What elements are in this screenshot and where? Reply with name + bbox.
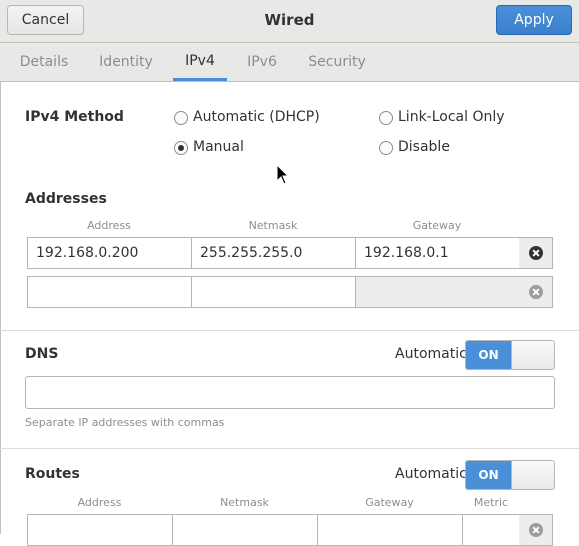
- routes-column-netmask: Netmask: [220, 496, 269, 509]
- content-border: [0, 81, 1, 534]
- tab-details[interactable]: Details: [13, 43, 75, 81]
- dns-hint: Separate IP addresses with commas: [25, 416, 225, 429]
- radio-automatic-dhcp-label[interactable]: Automatic (DHCP): [193, 109, 320, 125]
- apply-button[interactable]: Apply: [496, 5, 572, 35]
- tab-ipv4[interactable]: IPv4: [173, 43, 227, 81]
- radio-manual[interactable]: [174, 141, 188, 155]
- tab-ipv6[interactable]: IPv6: [241, 43, 283, 81]
- delete-address-button[interactable]: [519, 276, 553, 308]
- dns-title: DNS: [25, 346, 59, 362]
- addresses-column-gateway: Gateway: [412, 219, 462, 232]
- routes-automatic-label: Automatic: [395, 466, 467, 482]
- address-field[interactable]: 192.168.0.200: [27, 237, 192, 269]
- separator: [0, 448, 579, 449]
- route-gateway-field[interactable]: [317, 514, 463, 546]
- routes-column-gateway: Gateway: [365, 496, 414, 509]
- routes-column-address: Address: [77, 496, 122, 509]
- gateway-field[interactable]: 192.168.0.1: [355, 237, 520, 269]
- radio-link-local-only[interactable]: [379, 111, 393, 125]
- switch-on-label: ON: [466, 461, 511, 489]
- switch-knob: [511, 341, 554, 369]
- dialog-title: Wired: [264, 11, 315, 29]
- dns-field[interactable]: [25, 376, 555, 409]
- route-address-field[interactable]: [27, 514, 173, 546]
- mouse-pointer-icon: [276, 164, 290, 185]
- routes-column-metric: Metric: [473, 496, 509, 509]
- delete-address-button[interactable]: [519, 237, 553, 269]
- switch-knob: [511, 461, 554, 489]
- tab-security[interactable]: Security: [301, 43, 373, 81]
- routes-automatic-switch[interactable]: ON: [465, 460, 555, 490]
- route-netmask-field[interactable]: [172, 514, 318, 546]
- delete-icon: [528, 523, 543, 537]
- delete-route-button[interactable]: [519, 514, 553, 546]
- radio-disable[interactable]: [379, 141, 393, 155]
- switch-on-label: ON: [466, 341, 511, 369]
- radio-automatic-dhcp[interactable]: [174, 111, 188, 125]
- header-bar: Cancel Wired Apply: [0, 0, 579, 43]
- radio-manual-label[interactable]: Manual: [193, 139, 244, 155]
- dns-automatic-switch[interactable]: ON: [465, 340, 555, 370]
- addresses-title: Addresses: [25, 191, 107, 207]
- address-field[interactable]: [27, 276, 192, 308]
- gateway-field[interactable]: [355, 276, 520, 308]
- delete-icon: [528, 246, 543, 260]
- radio-disable-label[interactable]: Disable: [398, 139, 450, 155]
- ipv4-method-label: IPv4 Method: [25, 109, 124, 125]
- separator: [0, 330, 579, 331]
- addresses-column-netmask: Netmask: [248, 219, 298, 232]
- route-metric-field[interactable]: [462, 514, 520, 546]
- netmask-field[interactable]: [191, 276, 356, 308]
- netmask-field[interactable]: 255.255.255.0: [191, 237, 356, 269]
- dns-automatic-label: Automatic: [395, 346, 467, 362]
- routes-title: Routes: [25, 466, 80, 482]
- radio-link-local-only-label[interactable]: Link-Local Only: [398, 109, 505, 125]
- delete-icon: [528, 285, 543, 299]
- tab-identity[interactable]: Identity: [92, 43, 160, 81]
- tab-bar: Details Identity IPv4 IPv6 Security: [0, 43, 579, 82]
- addresses-column-address: Address: [87, 219, 131, 232]
